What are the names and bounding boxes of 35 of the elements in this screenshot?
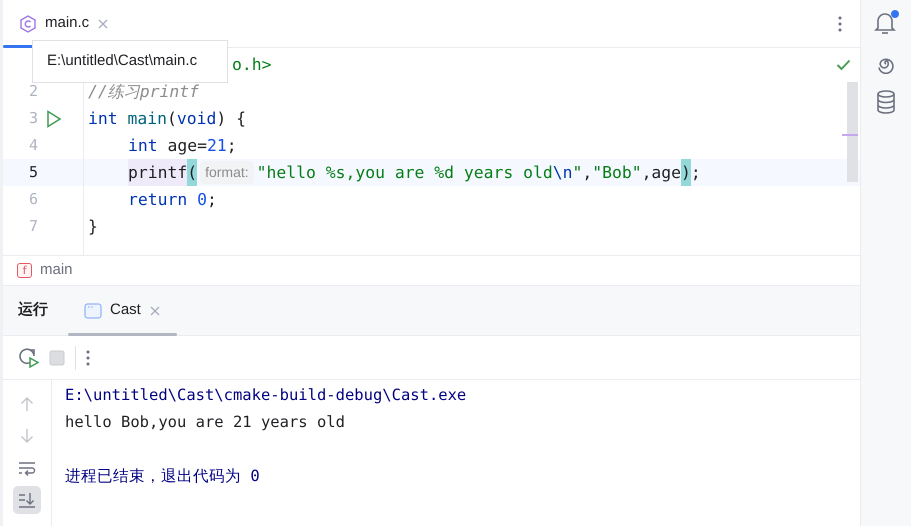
check-icon (836, 59, 851, 71)
code-line: o.h> (232, 54, 272, 76)
line-number: 5 (28, 162, 38, 184)
code-line: } (88, 216, 98, 238)
database-icon[interactable] (876, 90, 896, 114)
console-line: 进程已结束，退出代码为 0 (65, 466, 261, 487)
code-line: //练习printf (88, 81, 199, 103)
code-line: int main(void) { (88, 108, 246, 130)
panel-title: 运行 (18, 300, 48, 320)
line-number: 2 (28, 81, 38, 102)
breadcrumb-item[interactable]: main (40, 259, 73, 282)
parameter-hint: format: (200, 161, 254, 184)
code-line: int age=21; (128, 135, 237, 157)
code-line: return 0; (128, 189, 217, 211)
console-line: hello Bob,you are 21 years old (65, 412, 346, 433)
notification-bell-icon[interactable] (874, 10, 898, 36)
c-file-icon (19, 14, 37, 32)
line-number: 7 (28, 216, 38, 238)
more-icon[interactable] (838, 16, 842, 32)
run-icon[interactable] (46, 110, 62, 128)
rerun-icon[interactable] (19, 347, 39, 368)
console-icon (84, 302, 102, 318)
line-number: 4 (28, 135, 38, 156)
change-marker (842, 134, 858, 136)
path-tooltip: E:\untitled\Cast\main.c (32, 40, 228, 83)
function-icon: f (17, 263, 32, 278)
code-line: printf( format: "hello %s,you are %d years old\n","Bob",age); (128, 159, 701, 186)
more-icon[interactable] (86, 350, 90, 366)
run-tab[interactable]: Cast (68, 286, 177, 335)
scroll-to-end-button[interactable] (13, 486, 41, 514)
console-line: E:\untitled\Cast\cmake-build-debug\Cast.exe (65, 385, 466, 406)
scrollbar[interactable] (847, 82, 858, 182)
line-number: 6 (28, 189, 38, 210)
scroll-to-end-icon (17, 490, 37, 510)
line-number: 3 (28, 108, 38, 130)
